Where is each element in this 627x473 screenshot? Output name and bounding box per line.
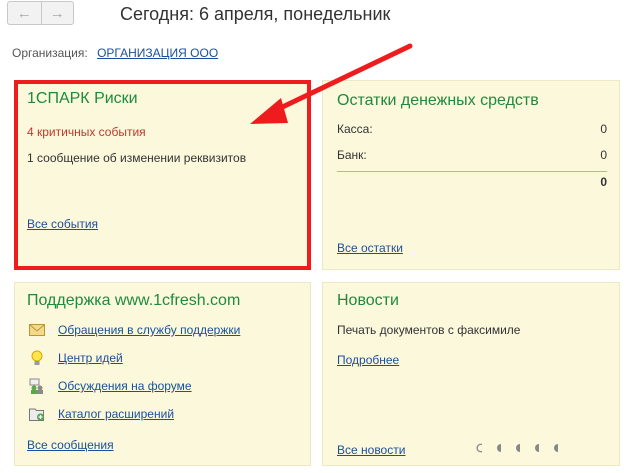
support-item-extensions: Каталог расширений: [28, 405, 174, 423]
organization-label: Организация:: [12, 46, 88, 60]
news-more-link[interactable]: Подробнее: [337, 353, 399, 367]
envelope-icon: [28, 322, 46, 338]
support-title: Поддержка www.1cfresh.com: [27, 292, 241, 309]
support-item-ideas: Центр идей: [28, 349, 123, 367]
balance-total: 0: [600, 175, 607, 189]
support-item-tickets: Обращения в службу поддержки: [28, 321, 240, 339]
extensions-catalog-link[interactable]: Каталог расширений: [58, 407, 174, 421]
balance-row-cash: Касса: 0: [337, 122, 607, 136]
page-title: Сегодня: 6 апреля, понедельник: [120, 4, 391, 24]
forum-discussions-link[interactable]: Обсуждения на форуме: [58, 379, 192, 393]
back-button[interactable]: ←: [8, 2, 41, 24]
balances-title: Остатки денежных средств: [337, 92, 539, 109]
news-headline: Печать документов с факсимиле: [337, 323, 521, 337]
lightbulb-icon: [28, 350, 46, 366]
balance-label: Банк:: [337, 148, 367, 162]
all-balances-link[interactable]: Все остатки: [337, 241, 403, 255]
total-divider: [337, 171, 607, 172]
support-tickets-link[interactable]: Обращения в службу поддержки: [58, 323, 240, 337]
balance-row-bank: Банк: 0: [337, 148, 607, 162]
support-item-forum: Обсуждения на форуме: [28, 377, 192, 395]
balance-total-row: 0: [337, 175, 607, 189]
arrow-left-icon: ←: [16, 4, 32, 22]
balance-label: Касса:: [337, 122, 373, 136]
organization-row: Организация: ОРГАНИЗАЦИЯ ООО: [12, 46, 218, 60]
organization-link[interactable]: ОРГАНИЗАЦИЯ ООО: [97, 46, 218, 60]
pager-dot-icon[interactable]: [494, 443, 504, 453]
history-nav: ← →: [7, 1, 74, 25]
news-pager: [475, 443, 561, 453]
balance-value: 0: [600, 122, 607, 136]
pager-dot-icon[interactable]: [551, 443, 561, 453]
all-news-link[interactable]: Все новости: [337, 443, 405, 457]
folder-add-icon: [28, 406, 46, 422]
balance-value: 0: [600, 148, 607, 162]
arrow-right-icon: →: [49, 4, 65, 22]
all-messages-link[interactable]: Все сообщения: [27, 438, 114, 452]
highlight-frame: [14, 80, 311, 270]
forum-users-icon: [28, 378, 46, 394]
pager-dot-icon[interactable]: [513, 443, 523, 453]
forward-button[interactable]: →: [40, 2, 74, 24]
pager-dot-icon[interactable]: [532, 443, 542, 453]
news-title: Новости: [337, 292, 399, 309]
ideas-center-link[interactable]: Центр идей: [58, 351, 123, 365]
pager-dot-empty-icon[interactable]: [475, 443, 485, 453]
